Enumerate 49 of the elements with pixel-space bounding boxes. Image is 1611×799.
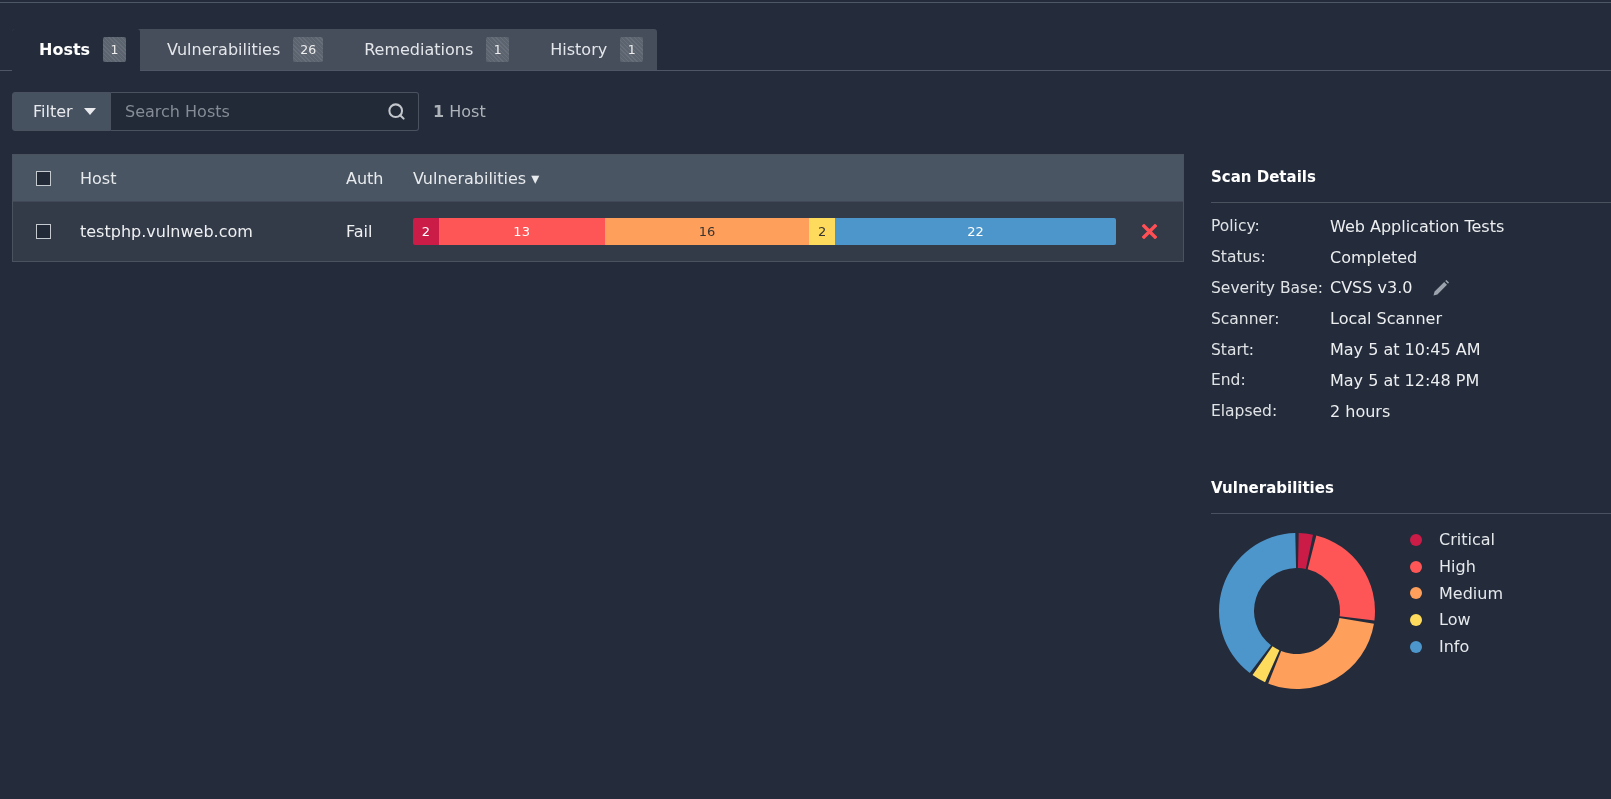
severity-segment: 2 bbox=[413, 218, 439, 245]
legend-label: Medium bbox=[1439, 583, 1503, 603]
column-header[interactable]: Host bbox=[80, 168, 117, 188]
detail-label: Elapsed: bbox=[1211, 402, 1279, 421]
detail-label: Status: bbox=[1211, 248, 1267, 267]
severity-segment: 16 bbox=[604, 218, 810, 245]
tab[interactable]: Remediations 1 bbox=[337, 29, 524, 71]
caret-icon bbox=[83, 108, 96, 115]
section-title: Scan Details bbox=[1211, 168, 1316, 186]
detail-value: Completed bbox=[1330, 247, 1418, 267]
count-badge: 26 bbox=[293, 37, 324, 62]
filter-button[interactable]: Filter bbox=[12, 92, 111, 131]
detail-value: 2 hours bbox=[1330, 401, 1391, 421]
legend-label: High bbox=[1439, 557, 1476, 577]
detail-value: CVSS v3.0 bbox=[1330, 278, 1413, 298]
column-header[interactable]: Auth bbox=[346, 168, 384, 188]
count-badge: 1 bbox=[103, 37, 127, 62]
detail-label: Start: bbox=[1211, 340, 1256, 359]
section-title: Vulnerabilities bbox=[1211, 478, 1334, 497]
checkbox[interactable] bbox=[36, 224, 51, 239]
count-badge: 1 bbox=[486, 37, 510, 62]
column-header[interactable]: Vulnerabilities ▾ bbox=[413, 168, 540, 188]
count-badge: 1 bbox=[620, 37, 644, 62]
detail-label: Severity Base: bbox=[1211, 279, 1324, 297]
detail-value: Web Application Tests bbox=[1330, 216, 1505, 236]
tab[interactable]: History 1 bbox=[523, 29, 658, 71]
auth-status: Fail bbox=[346, 222, 373, 241]
detail-label: End: bbox=[1211, 371, 1247, 390]
host-count: 1 Host bbox=[433, 102, 486, 121]
detail-value: May 5 at 10:45 AM bbox=[1330, 340, 1481, 360]
search-field[interactable]: Search Hosts bbox=[111, 92, 419, 131]
tab[interactable]: Hosts 1 bbox=[12, 29, 141, 71]
legend-label: Critical bbox=[1439, 530, 1495, 550]
severity-segment: 22 bbox=[834, 218, 1116, 245]
host-name: testphp.vulnweb.com bbox=[80, 222, 253, 241]
detail-value: Local Scanner bbox=[1330, 309, 1442, 329]
search-icon[interactable] bbox=[387, 102, 406, 121]
detail-value: May 5 at 12:48 PM bbox=[1330, 370, 1480, 390]
checkbox[interactable] bbox=[36, 170, 51, 186]
table-row[interactable]: testphp.vulnweb.com Fail 2 13 16 2 22 bbox=[13, 201, 1183, 261]
tab[interactable]: Vulnerabilities 26 bbox=[140, 29, 338, 71]
severity-segment: 13 bbox=[438, 218, 605, 245]
legend-label: Info bbox=[1439, 637, 1470, 657]
x-icon[interactable] bbox=[1142, 224, 1157, 239]
legend-label: Low bbox=[1439, 610, 1471, 630]
pencil-icon[interactable] bbox=[1433, 280, 1450, 296]
detail-label: Policy: bbox=[1211, 217, 1261, 236]
severity-segment: 2 bbox=[809, 218, 835, 245]
detail-label: Scanner: bbox=[1211, 309, 1281, 328]
